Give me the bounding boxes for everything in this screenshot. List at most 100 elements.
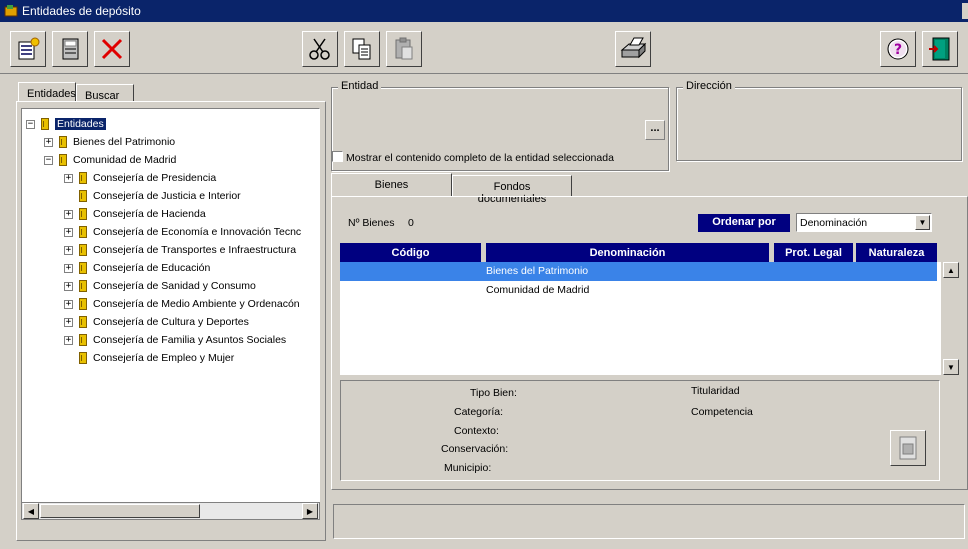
building-icon xyxy=(79,280,87,292)
scroll-up-icon[interactable]: ▲ xyxy=(943,262,959,278)
table-cell: Bienes del Patrimonio xyxy=(486,265,589,277)
chevron-down-icon[interactable]: ▼ xyxy=(915,215,930,230)
copy-icon xyxy=(352,38,371,60)
expand-icon[interactable]: + xyxy=(64,173,73,183)
expand-icon[interactable]: + xyxy=(44,137,53,147)
collapse-icon[interactable]: − xyxy=(44,155,53,165)
building-icon xyxy=(79,262,87,274)
tree-node[interactable]: + Consejería de Medio Ambiente y Ordenac… xyxy=(64,295,300,313)
order-by-value: Denominación xyxy=(800,217,868,229)
svg-text:?: ? xyxy=(894,42,902,58)
expand-icon[interactable]: + xyxy=(64,335,73,345)
mostrar-checkbox[interactable] xyxy=(332,151,343,162)
count-label: Nº Bienes xyxy=(348,217,395,229)
printer-icon xyxy=(620,37,647,59)
tree-node-label: Bienes del Patrimonio xyxy=(73,136,176,148)
table-row[interactable]: Bienes del Patrimonio xyxy=(340,262,937,281)
horizontal-scrollbar[interactable]: ◀ ▶ xyxy=(21,502,320,520)
building-icon xyxy=(79,316,87,328)
help-icon: ? xyxy=(887,38,909,60)
building-icon xyxy=(59,136,67,148)
tree-node[interactable]: + Consejería de Transportes e Infraestru… xyxy=(64,241,296,259)
title-bar: Entidades de depósito xyxy=(0,0,968,22)
tree-node[interactable]: + Bienes del Patrimonio xyxy=(44,133,175,151)
tree-node-label: Consejería de Hacienda xyxy=(93,208,206,220)
tab-entidades[interactable]: Entidades xyxy=(18,82,76,102)
tree-node[interactable]: Consejería de Justicia e Interior xyxy=(64,187,241,205)
expand-icon[interactable]: + xyxy=(64,263,73,273)
scroll-thumb[interactable] xyxy=(40,504,200,518)
delete-x-icon xyxy=(101,38,123,60)
column-header-codigo[interactable]: Código xyxy=(340,243,481,262)
delete-button[interactable] xyxy=(94,31,130,67)
tree-node-label: Consejería de Cultura y Deportes xyxy=(93,316,249,328)
mostrar-checkbox-label: Mostrar el contenido completo de la enti… xyxy=(346,152,614,164)
building-icon xyxy=(79,190,87,202)
tree-view[interactable]: − Entidades + Bienes del Patrimonio − Co… xyxy=(21,108,320,520)
expand-icon[interactable]: + xyxy=(64,227,73,237)
tree-node[interactable]: − Comunidad de Madrid xyxy=(44,151,176,169)
new-document-icon xyxy=(18,37,40,60)
tree-node[interactable]: + Consejería de Presidencia xyxy=(64,169,216,187)
scroll-right-icon[interactable]: ▶ xyxy=(302,503,318,519)
tree-node-root[interactable]: − Entidades xyxy=(26,115,106,133)
paste-button[interactable] xyxy=(386,31,422,67)
expand-icon[interactable]: + xyxy=(64,317,73,327)
order-by-select[interactable]: Denominación ▼ xyxy=(796,213,932,232)
edit-document-button[interactable] xyxy=(52,31,88,67)
expand-icon[interactable]: + xyxy=(64,281,73,291)
tree-node[interactable]: + Consejería de Sanidad y Consumo xyxy=(64,277,256,295)
view-document-button[interactable] xyxy=(890,430,926,466)
tree-node[interactable]: + Consejería de Educación xyxy=(64,259,210,277)
exit-button[interactable] xyxy=(922,31,958,67)
window-title: Entidades de depósito xyxy=(22,4,141,18)
collapse-icon[interactable]: − xyxy=(26,119,35,129)
building-icon xyxy=(79,352,87,364)
tipo-bien-label: Tipo Bien: xyxy=(470,387,517,399)
bienes-table[interactable]: Bienes del Patrimonio Comunidad de Madri… xyxy=(340,262,941,375)
tree-node-label: Consejería de Presidencia xyxy=(93,172,217,184)
column-header-prot-legal[interactable]: Prot. Legal xyxy=(774,243,853,262)
building-icon xyxy=(79,244,87,256)
print-button[interactable] xyxy=(615,31,651,67)
new-document-button[interactable] xyxy=(10,31,46,67)
document-icon xyxy=(62,38,79,60)
window-control[interactable] xyxy=(962,3,968,19)
tree-node[interactable]: + Consejería de Hacienda xyxy=(64,205,206,223)
municipio-label: Municipio: xyxy=(444,462,492,474)
scroll-left-icon[interactable]: ◀ xyxy=(23,503,39,519)
building-icon xyxy=(41,118,49,130)
titularidad-label: Titularidad xyxy=(691,385,740,397)
count-value: 0 xyxy=(408,217,414,229)
help-button[interactable]: ? xyxy=(880,31,916,67)
tree-node[interactable]: Consejería de Empleo y Mujer xyxy=(64,349,234,367)
table-row[interactable]: Comunidad de Madrid xyxy=(340,281,937,300)
copy-button[interactable] xyxy=(344,31,380,67)
expand-icon[interactable]: + xyxy=(64,209,73,219)
document-view-icon xyxy=(899,436,917,460)
tree-node-label: Consejería de Transportes e Infraestruct… xyxy=(93,244,297,256)
building-icon xyxy=(79,298,87,310)
column-header-naturaleza[interactable]: Naturaleza xyxy=(856,243,937,262)
tree-node[interactable]: + Consejería de Economía e Innovación Te… xyxy=(64,223,301,241)
column-header-denominacion[interactable]: Denominación xyxy=(486,243,769,262)
tab-fondos-documentales[interactable]: Fondos documentales xyxy=(452,175,572,205)
competencia-label: Competencia xyxy=(691,406,753,418)
tree-node-label: Consejería de Empleo y Mujer xyxy=(93,352,235,364)
tree-node-label: Consejería de Justicia e Interior xyxy=(93,190,241,202)
expand-icon[interactable]: + xyxy=(64,299,73,309)
categoria-label: Categoría: xyxy=(454,406,504,418)
entidad-label: Entidad xyxy=(338,80,382,92)
cut-button[interactable] xyxy=(302,31,338,67)
app-icon xyxy=(4,5,18,17)
tab-bienes[interactable]: Bienes xyxy=(331,173,452,197)
vertical-scrollbar[interactable]: ▲ ▼ xyxy=(942,262,960,375)
tree-node-label: Entidades xyxy=(55,118,106,130)
tab-buscar[interactable]: Buscar xyxy=(76,84,134,102)
tree-node[interactable]: + Consejería de Familia y Asuntos Social… xyxy=(64,331,286,349)
paste-icon xyxy=(395,37,413,60)
expand-icon[interactable]: + xyxy=(64,245,73,255)
tree-node[interactable]: + Consejería de Cultura y Deportes xyxy=(64,313,249,331)
scroll-down-icon[interactable]: ▼ xyxy=(943,359,959,375)
entidad-browse-button[interactable]: ... xyxy=(645,120,665,140)
